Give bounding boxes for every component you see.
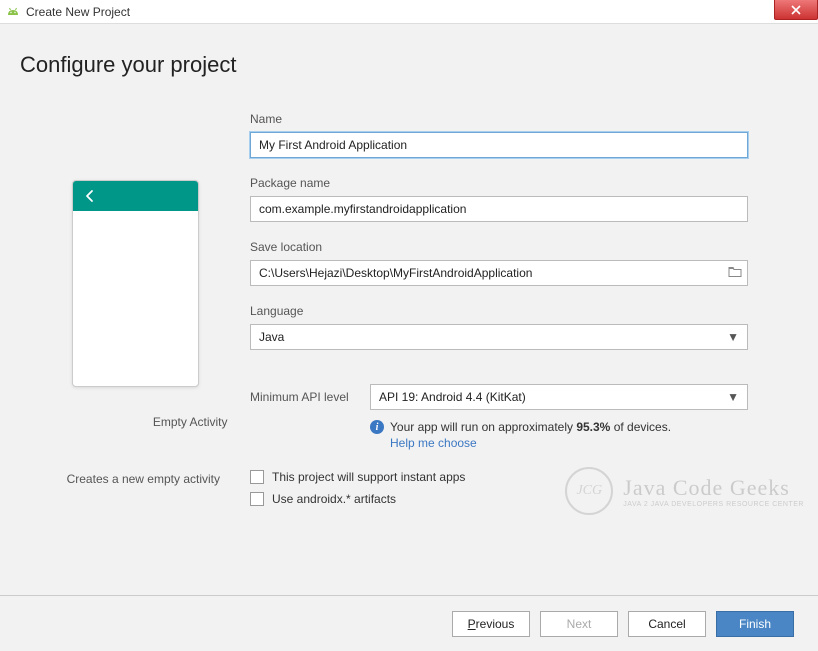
- api-select[interactable]: API 19: Android 4.4 (KitKat) ▼: [370, 384, 748, 410]
- save-location-label: Save location: [250, 240, 748, 254]
- content-area: Configure your project Empty Activity Na…: [0, 24, 818, 587]
- save-location-input[interactable]: [250, 260, 748, 286]
- language-label: Language: [250, 304, 748, 318]
- template-description: Creates a new empty activity: [20, 470, 250, 514]
- androidx-label: Use androidx.* artifacts: [272, 492, 396, 506]
- form-column: Name Package name Save location Language: [250, 112, 798, 450]
- android-icon: [6, 7, 20, 17]
- instant-apps-checkbox[interactable]: [250, 470, 264, 484]
- window-close-button[interactable]: [774, 0, 818, 20]
- arrow-left-icon: [83, 189, 97, 203]
- androidx-checkbox[interactable]: [250, 492, 264, 506]
- language-select[interactable]: Java ▼: [250, 324, 748, 350]
- titlebar: Create New Project: [0, 0, 818, 24]
- template-preview: [72, 180, 199, 387]
- chevron-down-icon: ▼: [727, 390, 739, 404]
- dialog-footer: Previous Next Cancel Finish: [0, 595, 818, 651]
- next-button[interactable]: Next: [540, 611, 618, 637]
- browse-folder-icon[interactable]: [728, 266, 742, 281]
- preview-column: Empty Activity: [20, 112, 250, 429]
- package-input[interactable]: [250, 196, 748, 222]
- close-icon: [790, 5, 802, 15]
- previous-button[interactable]: Previous: [452, 611, 530, 637]
- template-name: Empty Activity: [43, 415, 228, 429]
- preview-appbar: [73, 181, 198, 211]
- finish-button[interactable]: Finish: [716, 611, 794, 637]
- info-icon: i: [370, 420, 384, 434]
- chevron-down-icon: ▼: [727, 330, 739, 344]
- language-value: Java: [259, 330, 284, 344]
- api-info-text: i Your app will run on approximately 95.…: [370, 420, 748, 434]
- api-value: API 19: Android 4.4 (KitKat): [379, 390, 526, 404]
- name-label: Name: [250, 112, 748, 126]
- cancel-button[interactable]: Cancel: [628, 611, 706, 637]
- page-title: Configure your project: [20, 52, 798, 78]
- window-title: Create New Project: [26, 5, 130, 19]
- instant-apps-label: This project will support instant apps: [272, 470, 465, 484]
- name-input[interactable]: [250, 132, 748, 158]
- help-me-choose-link[interactable]: Help me choose: [390, 436, 748, 450]
- package-label: Package name: [250, 176, 748, 190]
- api-label: Minimum API level: [250, 390, 370, 404]
